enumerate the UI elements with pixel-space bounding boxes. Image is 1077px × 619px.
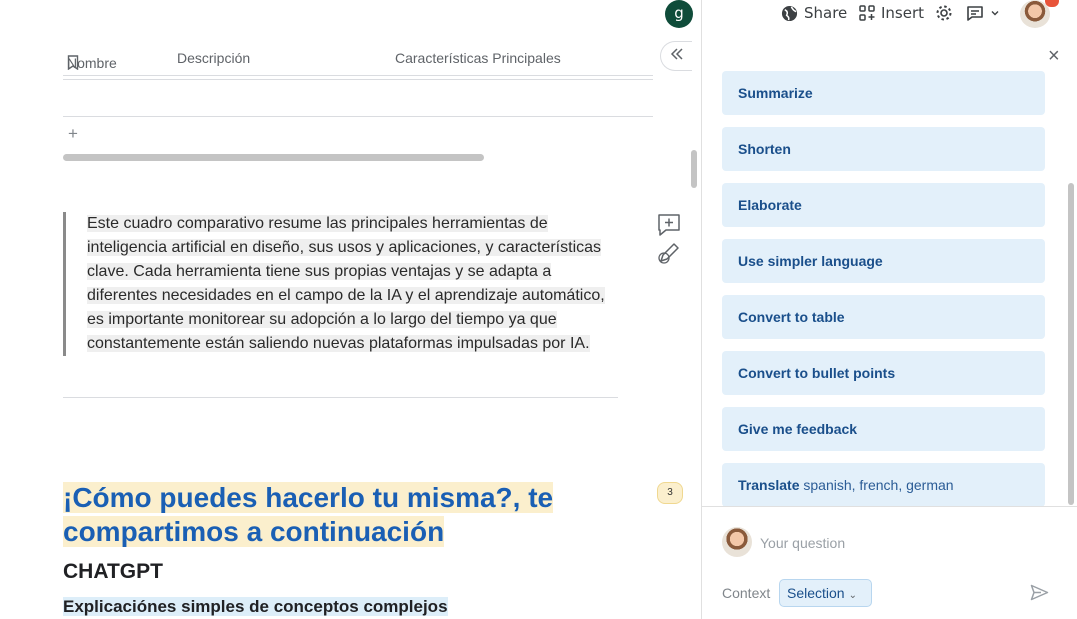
context-select[interactable]: Selection ⌄ [779,579,872,607]
action-shorten[interactable]: Shorten [722,127,1045,171]
subheading[interactable]: CHATGPT [63,560,163,584]
horizontal-scrollbar[interactable] [63,154,484,161]
avatar [722,527,752,557]
quote-text[interactable]: Este cuadro comparativo resume las princ… [87,215,605,352]
context-value: Selection [787,585,845,601]
globe-icon [781,5,798,22]
chevron-down-icon [990,8,1000,18]
action-elaborate[interactable]: Elaborate [722,183,1045,227]
action-simpler-language[interactable]: Use simpler language [722,239,1045,283]
column-description[interactable]: Descripción [177,50,250,66]
comment-icon [966,4,984,22]
table-divider [63,79,653,80]
question-input[interactable] [760,532,1040,554]
heading-line-2: compartimos a continuación [63,516,445,547]
comments-button[interactable] [966,2,1000,24]
grid-icon [859,5,875,21]
subheading-2-text: Explicaciónes simples de conceptos compl… [63,597,448,616]
action-list: Summarize Shorten Elaborate Use simpler … [722,71,1045,519]
send-icon [1030,584,1049,605]
table-divider [63,116,653,117]
table-divider [63,75,653,76]
translate-label: Translate [738,477,800,493]
notification-badge [1045,0,1059,7]
share-button[interactable]: Share [781,2,847,24]
double-chevron-left-icon [670,47,684,65]
document-area: Nombre Descripción Características Princ… [0,0,702,619]
panel-scrollbar[interactable] [1068,183,1074,505]
collapse-panel-button[interactable] [660,41,692,71]
ai-assistant-panel: × Summarize Shorten Elaborate Use simple… [702,28,1077,619]
add-comment-icon[interactable] [655,212,683,243]
action-summarize[interactable]: Summarize [722,71,1045,115]
translate-languages: spanish, french, german [803,477,954,493]
action-convert-bullets[interactable]: Convert to bullet points [722,351,1045,395]
comment-count-badge[interactable]: 3 [657,482,683,504]
action-translate[interactable]: Translate spanish, french, german [722,463,1045,507]
column-features[interactable]: Características Principales [395,50,561,66]
side-tools [655,212,683,272]
panel-divider [702,506,1077,507]
insert-button[interactable]: Insert [859,2,924,24]
add-row-button[interactable]: + [68,124,78,144]
action-feedback[interactable]: Give me feedback [722,407,1045,451]
column-name-label: Nombre [67,55,117,71]
send-button[interactable] [1030,584,1049,606]
section-heading[interactable]: ¡Cómo puedes hacerlo tu misma?, te compa… [63,481,623,549]
insert-label: Insert [881,4,925,22]
ai-edit-icon[interactable] [655,241,683,272]
close-icon[interactable]: × [1048,46,1060,66]
blockquote: Este cuadro comparativo resume las princ… [63,212,623,356]
chevron-down-icon: ⌄ [848,590,857,601]
context-label: Context [722,585,771,601]
settings-button[interactable] [935,2,953,24]
subheading-2[interactable]: Explicaciónes simples de conceptos compl… [63,597,448,617]
share-label: Share [804,4,848,22]
heading-line-1: ¡Cómo puedes hacerlo tu misma?, te [63,482,554,513]
gear-icon [935,4,953,22]
action-convert-table[interactable]: Convert to table [722,295,1045,339]
table-header: Nombre Descripción Características Princ… [63,45,653,75]
document-scrollbar[interactable] [691,150,697,188]
section-divider [63,397,618,398]
